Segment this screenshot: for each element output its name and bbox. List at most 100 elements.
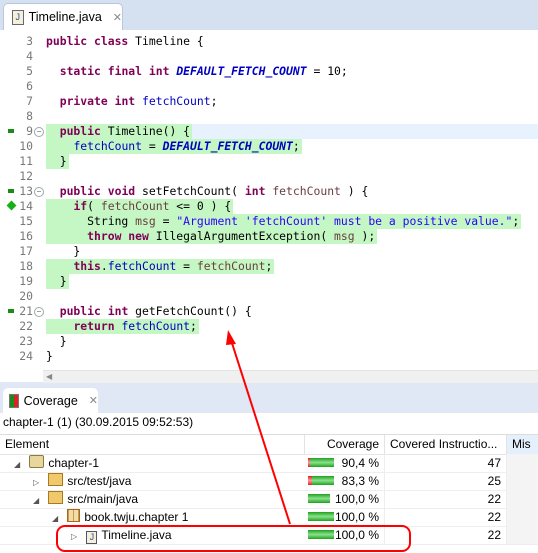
editor-tab-bar: J Timeline.java ✕	[0, 0, 538, 30]
line-number: 11	[19, 154, 33, 168]
code-line[interactable]: 9− public Timeline() {	[3, 124, 538, 139]
code-text: }	[46, 244, 82, 259]
code-token: ;	[210, 94, 218, 108]
code-token: DEFAULT_FETCH_COUNT	[162, 139, 293, 153]
code-editor[interactable]: 3 public class Timeline {4 5 static final …	[0, 30, 538, 382]
fold-icon[interactable]: −	[34, 307, 44, 317]
close-icon[interactable]: ✕	[113, 11, 122, 24]
coverage-cell: 100,0 %	[305, 490, 385, 508]
code-token: fetchCount	[121, 319, 191, 333]
coverage-view-tab[interactable]: Coverage ✕	[3, 388, 98, 413]
line-number: 22	[19, 319, 33, 333]
coverage-bar	[308, 476, 334, 485]
table-row[interactable]: ◢ book.twju.chapter 1 100,0 % 22	[0, 508, 538, 527]
code-line[interactable]: 6	[3, 79, 538, 94]
column-coverage[interactable]: Coverage	[305, 435, 385, 454]
collapsed-triangle-icon[interactable]: ▷	[71, 528, 83, 546]
code-token: fetchCount	[272, 184, 341, 198]
line-number: 19	[19, 274, 33, 288]
code-line[interactable]: 13− public void setFetchCount( int fetch…	[3, 184, 538, 199]
code-text: }	[46, 349, 55, 364]
line-number: 7	[26, 94, 33, 108]
line-number: 9	[26, 124, 33, 138]
close-icon[interactable]: ✕	[89, 394, 98, 407]
code-text: return fetchCount;	[46, 319, 199, 334]
code-token: }	[46, 154, 67, 168]
element-name: src/test/java	[67, 474, 132, 488]
covered-instructions-cell: 22	[385, 508, 507, 526]
line-number: 17	[19, 244, 33, 258]
code-line[interactable]: 16 throw new IllegalArgumentException( m…	[3, 229, 538, 244]
missed-bar	[308, 458, 310, 467]
line-number: 6	[26, 79, 33, 93]
code-text: this.fetchCount = fetchCount;	[46, 259, 275, 274]
code-line[interactable]: 22 return fetchCount;	[3, 319, 538, 334]
coverage-icon	[9, 393, 19, 408]
table-row[interactable]: ▷ J Timeline.java 100,0 % 22	[0, 526, 538, 545]
table-row[interactable]: ◢ src/main/java 100,0 % 22	[0, 490, 538, 509]
coverage-panel: chapter-1 (1) (30.09.2015 09:52:53) Elem…	[0, 413, 538, 553]
coverage-cell: 90,4 %	[305, 454, 385, 472]
table-header: Element Coverage Covered Instructio... M…	[0, 434, 538, 455]
code-text: public class Timeline {	[46, 34, 206, 49]
code-token: "Argument 'fetchCount' must be a positiv…	[176, 214, 513, 228]
code-token: <= 0 ) {	[169, 199, 232, 213]
coverage-bar	[308, 530, 334, 539]
code-line[interactable]: 7 private int fetchCount;	[3, 94, 538, 109]
line-number: 15	[19, 214, 33, 228]
code-text: fetchCount = DEFAULT_FETCH_COUNT;	[46, 139, 302, 154]
missed-cell	[507, 472, 538, 490]
code-token: Timeline() {	[107, 124, 191, 138]
coverage-value: 100,0 %	[334, 528, 379, 542]
code-line[interactable]: 12	[3, 169, 538, 184]
code-line[interactable]: 15 String msg = "Argument 'fetchCount' m…	[3, 214, 538, 229]
package-icon	[67, 509, 84, 524]
fold-icon[interactable]: −	[34, 127, 44, 137]
column-element[interactable]: Element	[0, 435, 305, 454]
table-row[interactable]: ▷ src/test/java 83,3 % 25	[0, 472, 538, 491]
code-text: static final int DEFAULT_FETCH_COUNT = 1…	[46, 64, 350, 79]
code-token: msg	[135, 214, 156, 228]
code-token: public	[59, 124, 108, 138]
code-line[interactable]: 18 this.fetchCount = fetchCount;	[3, 259, 538, 274]
element-name: chapter-1	[48, 456, 100, 470]
code-token: private int	[59, 94, 143, 108]
code-line[interactable]: 23 }	[3, 334, 538, 349]
coverage-bar	[308, 458, 334, 467]
code-line[interactable]: 17 }	[3, 244, 538, 259]
editor-tab-timeline[interactable]: J Timeline.java ✕	[3, 3, 123, 30]
covered-instructions-cell: 22	[385, 490, 507, 508]
source-folder-icon	[48, 473, 67, 488]
code-line[interactable]: 24}	[3, 349, 538, 364]
coverage-tab-label: Coverage	[23, 393, 78, 408]
code-line[interactable]: 8	[3, 109, 538, 124]
coverage-bar	[308, 494, 330, 503]
editor-tab-label: Timeline.java	[28, 10, 102, 24]
column-covered-instructions[interactable]: Covered Instructio...	[385, 435, 507, 454]
code-line[interactable]: 10 fetchCount = DEFAULT_FETCH_COUNT;	[3, 139, 538, 154]
fold-icon[interactable]: −	[34, 187, 44, 197]
code-line[interactable]: 20	[3, 289, 538, 304]
horizontal-scrollbar[interactable]: ◀	[43, 370, 538, 383]
line-number: 18	[19, 259, 33, 273]
code-line[interactable]: 21− public int getFetchCount() {	[3, 304, 538, 319]
table-row[interactable]: ◢ chapter-1 90,4 % 47	[0, 454, 538, 473]
code-line[interactable]: 5 static final int DEFAULT_FETCH_COUNT =…	[3, 64, 538, 79]
column-missed[interactable]: Mis	[507, 435, 538, 454]
line-number: 14	[19, 199, 33, 213]
line-number: 10	[19, 139, 33, 153]
scroll-left-icon[interactable]: ◀	[46, 372, 52, 381]
code-token: (	[87, 199, 101, 213]
covered-instructions-cell: 22	[385, 526, 507, 544]
code-line[interactable]: 11 }	[3, 154, 538, 169]
code-line[interactable]: 3 public class Timeline {	[3, 34, 538, 49]
code-line[interactable]: 14 if( fetchCount <= 0 ) {	[3, 199, 538, 214]
code-line[interactable]: 4	[3, 49, 538, 64]
code-line[interactable]: 19 }	[3, 274, 538, 289]
missed-cell	[507, 526, 538, 544]
